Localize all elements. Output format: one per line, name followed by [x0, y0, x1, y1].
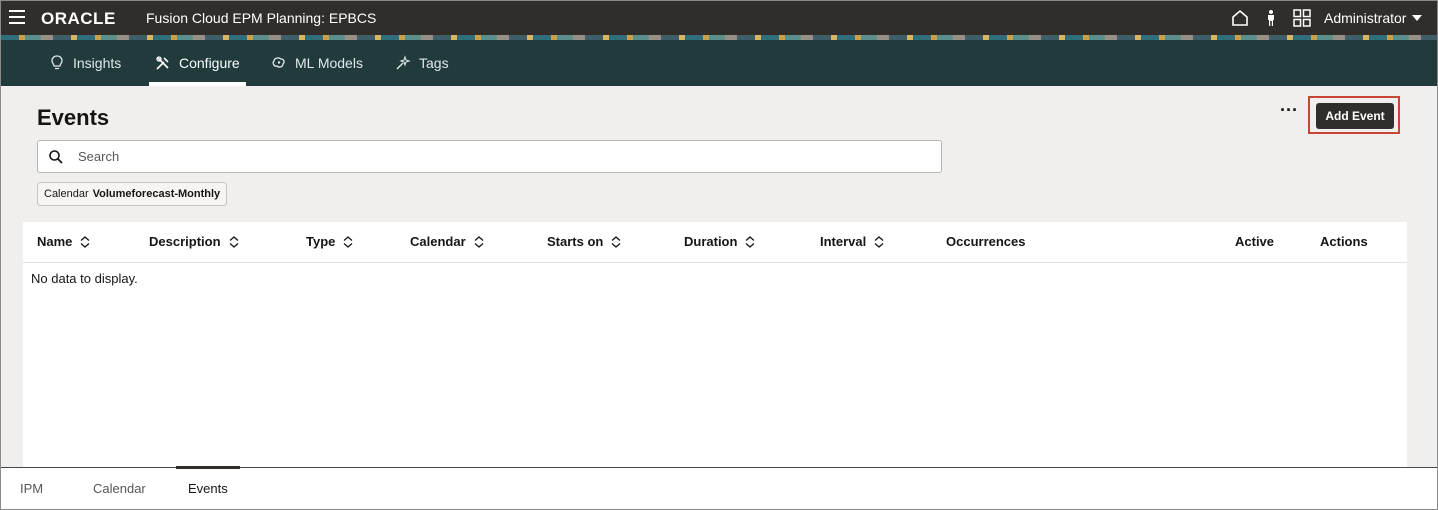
sort-icon: [474, 235, 484, 248]
insights-icon: [49, 55, 65, 71]
column-label: Description: [149, 234, 221, 249]
column-label: Active: [1235, 234, 1275, 249]
ml-models-icon: [271, 55, 287, 71]
accessibility-icon[interactable]: [1260, 7, 1282, 29]
column-label: Calendar: [410, 234, 466, 249]
sort-icon: [343, 235, 353, 248]
page-header: Events ··· Add Event Calendar Volumefore…: [1, 86, 1437, 222]
sort-icon: [80, 235, 90, 248]
bottom-tab-bar: IPM Calendar Events: [1, 466, 1437, 509]
column-label: Interval: [820, 234, 867, 249]
sort-icon: [229, 235, 238, 248]
bottom-tab-ipm[interactable]: IPM: [20, 468, 43, 508]
tab-ml-models[interactable]: ML Models: [271, 40, 363, 86]
filter-chip-label: Calendar: [44, 188, 89, 200]
column-header-active: Active: [1235, 234, 1274, 249]
sort-icon: [611, 235, 621, 248]
tab-label: Configure: [179, 55, 240, 71]
add-event-button[interactable]: Add Event: [1316, 103, 1394, 129]
column-header-type[interactable]: Type: [306, 234, 353, 249]
table-header: Name Description Type Calendar Starts on…: [23, 222, 1407, 263]
filter-chip-calendar[interactable]: Calendar Volumeforecast-Monthly: [37, 182, 228, 206]
app-title: Fusion Cloud EPM Planning: EPBCS: [146, 10, 377, 26]
bottom-tab-events[interactable]: Events: [176, 466, 240, 508]
user-name: Administrator: [1324, 10, 1407, 26]
search-input[interactable]: [78, 141, 928, 172]
navigator-icon[interactable]: [1291, 7, 1313, 29]
search-box: [37, 140, 942, 173]
sort-icon: [874, 235, 884, 248]
column-label: Starts on: [547, 234, 604, 249]
user-menu[interactable]: Administrator: [1324, 10, 1423, 26]
tab-insights[interactable]: Insights: [49, 40, 121, 86]
page-title: Events: [37, 105, 110, 130]
bottom-tab-calendar[interactable]: Calendar: [93, 468, 146, 508]
column-header-description[interactable]: Description: [149, 234, 239, 249]
column-label: Name: [37, 234, 73, 249]
sort-icon: [746, 235, 755, 248]
left-gutter: [1, 222, 23, 467]
filter-chip-value: Volumeforecast-Monthly: [92, 188, 221, 200]
events-table: Name Description Type Calendar Starts on…: [23, 222, 1407, 467]
tab-bar: Insights Configure ML Models Tags: [1, 40, 1437, 86]
column-header-name[interactable]: Name: [37, 234, 90, 249]
column-label: Type: [306, 234, 336, 249]
tab-configure[interactable]: Configure: [149, 40, 246, 86]
column-label: Duration: [684, 234, 738, 249]
oracle-logo: ORACLE: [41, 9, 116, 28]
empty-table-message: No data to display.: [31, 271, 138, 286]
menu-icon[interactable]: [9, 10, 25, 24]
app-window: ORACLE Fusion Cloud EPM Planning: EPBCS …: [0, 0, 1438, 510]
column-header-duration[interactable]: Duration: [684, 234, 755, 249]
column-header-interval[interactable]: Interval: [820, 234, 884, 249]
tab-tags[interactable]: Tags: [395, 40, 449, 86]
column-header-calendar[interactable]: Calendar: [410, 234, 484, 249]
scrollbar-gutter: [1407, 222, 1437, 467]
column-header-actions: Actions: [1320, 234, 1368, 249]
column-header-occurrences: Occurrences: [946, 234, 1026, 249]
more-actions-icon[interactable]: ···: [1277, 101, 1301, 124]
column-header-starts-on[interactable]: Starts on: [547, 234, 621, 249]
column-label: Occurrences: [946, 234, 1026, 249]
chevron-down-icon: [1412, 15, 1423, 21]
search-icon: [48, 149, 64, 165]
configure-icon: [155, 55, 171, 71]
tags-icon: [395, 55, 411, 71]
home-icon[interactable]: [1229, 7, 1251, 29]
tab-label: ML Models: [295, 55, 363, 71]
tab-label: Tags: [419, 55, 449, 71]
column-label: Actions: [1320, 234, 1368, 249]
tab-label: Insights: [73, 55, 122, 71]
global-header: ORACLE Fusion Cloud EPM Planning: EPBCS …: [1, 1, 1437, 35]
